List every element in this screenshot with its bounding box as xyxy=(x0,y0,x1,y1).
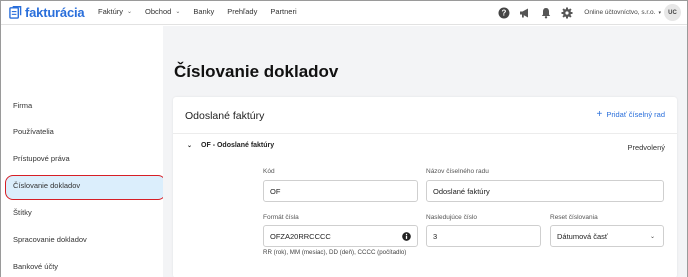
format-input[interactable]: OFZA20RRCCCC xyxy=(263,225,418,247)
nav-item-partneri[interactable]: Partneri xyxy=(270,7,296,16)
nav-item-obchod[interactable]: Obchod ⌄ xyxy=(145,7,180,16)
svg-text:?: ? xyxy=(502,8,507,17)
header-tools: ? Online účtovníctvo, s.r.o. ▾ UC xyxy=(498,4,687,21)
chevron-down-icon: ▾ xyxy=(658,9,661,16)
series-section-title: OF - Odoslané faktúry xyxy=(201,142,275,149)
divider xyxy=(173,133,677,134)
chevron-down-icon: ⌄ xyxy=(127,9,133,15)
next-number-value: 3 xyxy=(433,231,438,241)
nav-item-faktury[interactable]: Faktúry ⌄ xyxy=(98,7,132,16)
nav-item-prehlady[interactable]: Prehľady xyxy=(227,7,257,16)
format-help-text: RR (rok), MM (mesiac), DD (deň), CCCC (p… xyxy=(263,249,407,256)
main-nav: Faktúry ⌄ Obchod ⌄ Banky Prehľady Partne… xyxy=(98,7,310,16)
nav-item-banky[interactable]: Banky xyxy=(193,7,214,16)
code-input[interactable]: OF xyxy=(263,180,418,202)
nav-label: Faktúry xyxy=(98,7,124,16)
numbering-card: Odoslané faktúry + Pridať číselný rad ⌄ … xyxy=(173,97,677,277)
add-series-button[interactable]: + Pridať číselný rad xyxy=(596,109,665,120)
help-icon[interactable]: ? xyxy=(498,7,510,19)
reset-select[interactable]: Dátumová časť ⌄ xyxy=(550,225,664,247)
format-value: OFZA20RRCCCC xyxy=(270,231,331,241)
company-name: Online účtovníctvo, s.r.o. xyxy=(584,9,656,16)
next-number-label: Nasledujúce číslo xyxy=(426,214,477,221)
add-series-label: Pridať číselný rad xyxy=(606,110,665,119)
code-value: OF xyxy=(270,186,281,196)
chevron-down-icon: ⌄ xyxy=(649,234,655,240)
default-badge: Predvolený xyxy=(627,143,665,152)
settings-sidebar: Firma Používatelia Prístupové práva Čísl… xyxy=(1,26,173,277)
sidebar-item-stitky[interactable]: Štítky xyxy=(13,208,32,217)
chevron-down-icon: ⌄ xyxy=(175,9,181,15)
sidebar-item-firma[interactable]: Firma xyxy=(13,101,32,110)
nav-label: Banky xyxy=(193,7,215,16)
logo-text: fakturácia xyxy=(25,5,85,20)
series-name-label: Názov číselného radu xyxy=(426,168,489,175)
top-navbar: fakturácia Faktúry ⌄ Obchod ⌄ Banky Preh… xyxy=(1,1,687,25)
reset-label: Reset číslovania xyxy=(550,214,598,221)
logo-icon xyxy=(9,6,22,19)
company-switcher[interactable]: Online účtovníctvo, s.r.o. ▾ xyxy=(584,9,661,16)
gear-icon[interactable] xyxy=(561,7,573,19)
code-label: Kód xyxy=(263,168,275,175)
chevron-down-icon: ⌄ xyxy=(187,143,193,149)
nav-label: Prehľady xyxy=(227,7,258,16)
sidebar-item-pouzivatelia[interactable]: Používatelia xyxy=(13,127,54,136)
avatar[interactable]: UC xyxy=(664,4,681,21)
sidebar-item-pristupove-prava[interactable]: Prístupové práva xyxy=(13,154,70,163)
series-section-toggle[interactable]: ⌄ OF - Odoslané faktúry xyxy=(187,142,274,149)
page-title: Číslovanie dokladov xyxy=(174,62,339,81)
reset-value: Dátumová časť xyxy=(557,231,608,241)
bell-icon[interactable] xyxy=(540,7,552,19)
format-label: Formát čísla xyxy=(263,214,299,221)
sidebar-item-cislovanie-dokladov[interactable]: Číslovanie dokladov xyxy=(13,181,80,190)
series-name-input[interactable]: Odoslané faktúry xyxy=(426,180,664,202)
next-number-input[interactable]: 3 xyxy=(426,225,541,247)
info-icon[interactable] xyxy=(402,232,411,241)
megaphone-icon[interactable] xyxy=(519,7,531,19)
sidebar-item-spracovanie-dokladov[interactable]: Spracovanie dokladov xyxy=(13,235,87,244)
nav-label: Obchod xyxy=(145,7,172,16)
series-name-value: Odoslané faktúry xyxy=(433,186,490,196)
app-logo[interactable]: fakturácia xyxy=(9,5,85,20)
nav-label: Partneri xyxy=(270,7,297,16)
sidebar-item-bankove-ucty[interactable]: Bankové účty xyxy=(13,262,58,271)
plus-icon: + xyxy=(596,109,603,120)
card-title: Odoslané faktúry xyxy=(185,110,265,122)
